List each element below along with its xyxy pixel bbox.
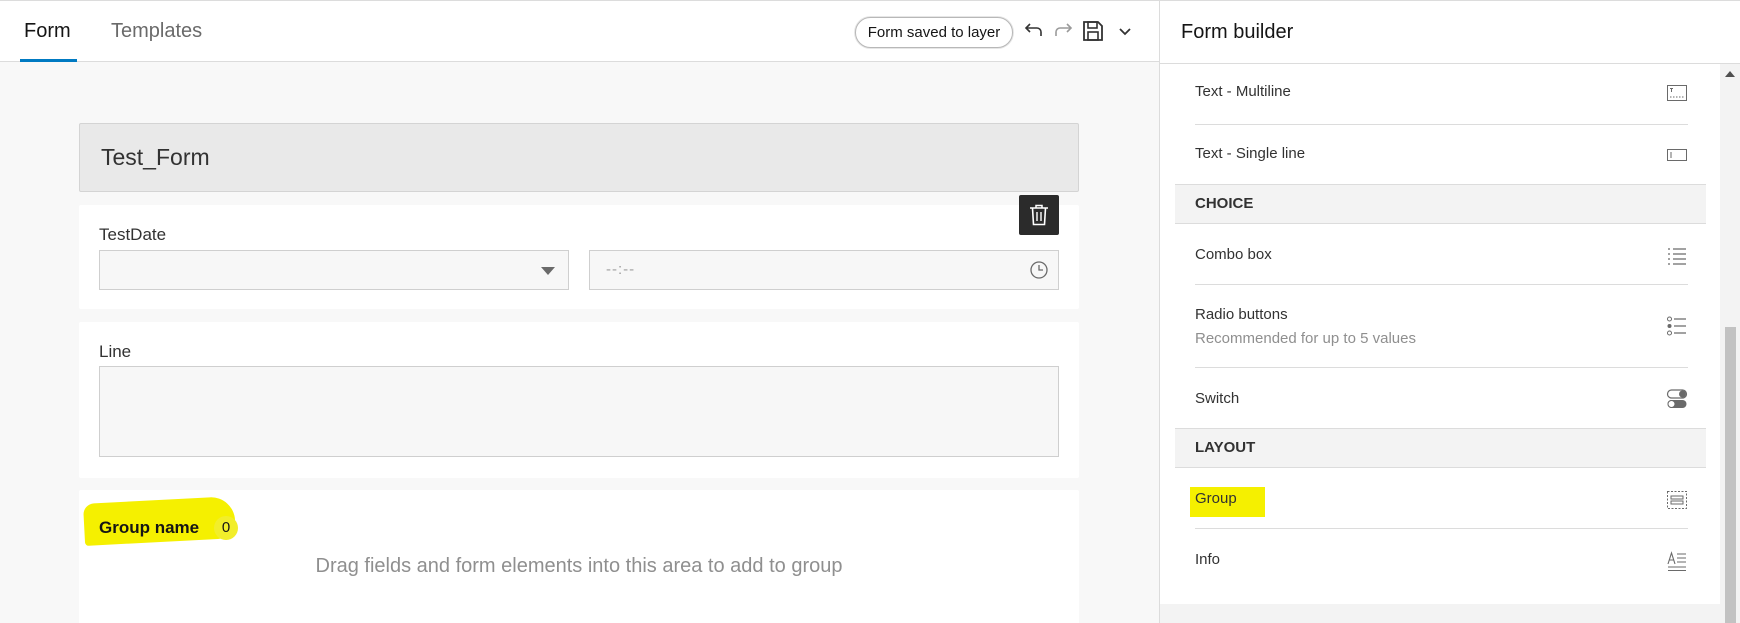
line-textarea[interactable] bbox=[99, 366, 1059, 457]
undo-icon[interactable] bbox=[1022, 19, 1046, 43]
scroll-up-arrow-icon[interactable] bbox=[1725, 71, 1735, 77]
time-placeholder: --:-- bbox=[606, 261, 636, 278]
group-count-badge: 0 bbox=[214, 516, 238, 540]
list-icon bbox=[1668, 248, 1686, 265]
text-single-line-icon bbox=[1667, 149, 1687, 161]
tab-templates[interactable]: Templates bbox=[111, 1, 202, 62]
group-drop-hint: Drag fields and form elements into this … bbox=[315, 555, 843, 577]
item-sublabel: Recommended for up to 5 values bbox=[1195, 330, 1416, 347]
save-icon[interactable] bbox=[1081, 19, 1105, 43]
form-editor: Form Templates Form saved to layer Test_… bbox=[0, 0, 1159, 623]
item-label: Text - Single line bbox=[1195, 145, 1306, 162]
clock-icon[interactable] bbox=[1029, 260, 1049, 280]
toggle-icon bbox=[1666, 389, 1688, 408]
item-label: Combo box bbox=[1195, 246, 1272, 263]
section-title: LAYOUT bbox=[1195, 439, 1256, 456]
list-item-text-single-line[interactable]: Text - Single line bbox=[1175, 125, 1706, 186]
panel-footer bbox=[1160, 604, 1740, 623]
editor-header: Form Templates Form saved to layer bbox=[0, 1, 1159, 62]
date-input[interactable] bbox=[99, 250, 569, 290]
info-text-icon bbox=[1667, 551, 1686, 572]
app-root: Form Templates Form saved to layer Test_… bbox=[0, 0, 1740, 623]
group-icon bbox=[1667, 491, 1687, 509]
item-label: Radio buttons bbox=[1195, 306, 1288, 323]
list-item-switch[interactable]: Switch bbox=[1175, 368, 1706, 428]
item-label: Text - Multiline bbox=[1195, 83, 1291, 100]
item-label: Group bbox=[1195, 490, 1237, 507]
section-header-layout: LAYOUT bbox=[1175, 428, 1706, 468]
caret-down-icon[interactable] bbox=[541, 267, 555, 275]
list-item-combo-box[interactable]: Combo box bbox=[1175, 224, 1706, 285]
item-label: Switch bbox=[1195, 390, 1240, 407]
chevron-down-icon[interactable] bbox=[1113, 19, 1137, 43]
scrollbar-thumb[interactable] bbox=[1725, 327, 1736, 623]
date-field-card[interactable]: TestDate --:-- bbox=[79, 205, 1079, 309]
section-title: CHOICE bbox=[1195, 195, 1254, 212]
date-field-label: TestDate bbox=[99, 225, 167, 244]
text-multiline-icon bbox=[1667, 85, 1687, 101]
form-title-card[interactable]: Test_Form bbox=[79, 123, 1079, 192]
trash-icon bbox=[1030, 204, 1048, 226]
list-item-text-multiline[interactable]: Text - Multiline bbox=[1175, 64, 1706, 125]
form-title: Test_Form bbox=[101, 144, 210, 170]
line-field-label: Line bbox=[99, 342, 132, 361]
radio-list-icon bbox=[1667, 316, 1686, 336]
scrollbar[interactable] bbox=[1720, 64, 1740, 623]
tab-form[interactable]: Form bbox=[20, 1, 77, 62]
list-item-group[interactable]: Group bbox=[1175, 468, 1706, 529]
list-item-radio-buttons[interactable]: Radio buttons Recommended for up to 5 va… bbox=[1175, 285, 1706, 368]
list-item-info[interactable]: Info bbox=[1175, 529, 1706, 590]
line-field-card[interactable]: Line bbox=[79, 322, 1079, 478]
time-input[interactable]: --:-- bbox=[589, 250, 1059, 290]
builder-element-list: Text - Multiline Text - Single line CHOI… bbox=[1175, 64, 1706, 604]
builder-title: Form builder bbox=[1181, 21, 1294, 43]
delete-button[interactable] bbox=[1019, 195, 1059, 235]
save-status-chip[interactable]: Form saved to layer bbox=[855, 17, 1013, 48]
redo-icon[interactable] bbox=[1051, 19, 1075, 43]
group-name[interactable]: Group name bbox=[99, 518, 199, 538]
section-header-choice: CHOICE bbox=[1175, 184, 1706, 224]
form-builder-panel: Form builder Text - Multiline Text - Sin… bbox=[1159, 0, 1740, 623]
item-label: Info bbox=[1195, 551, 1221, 568]
